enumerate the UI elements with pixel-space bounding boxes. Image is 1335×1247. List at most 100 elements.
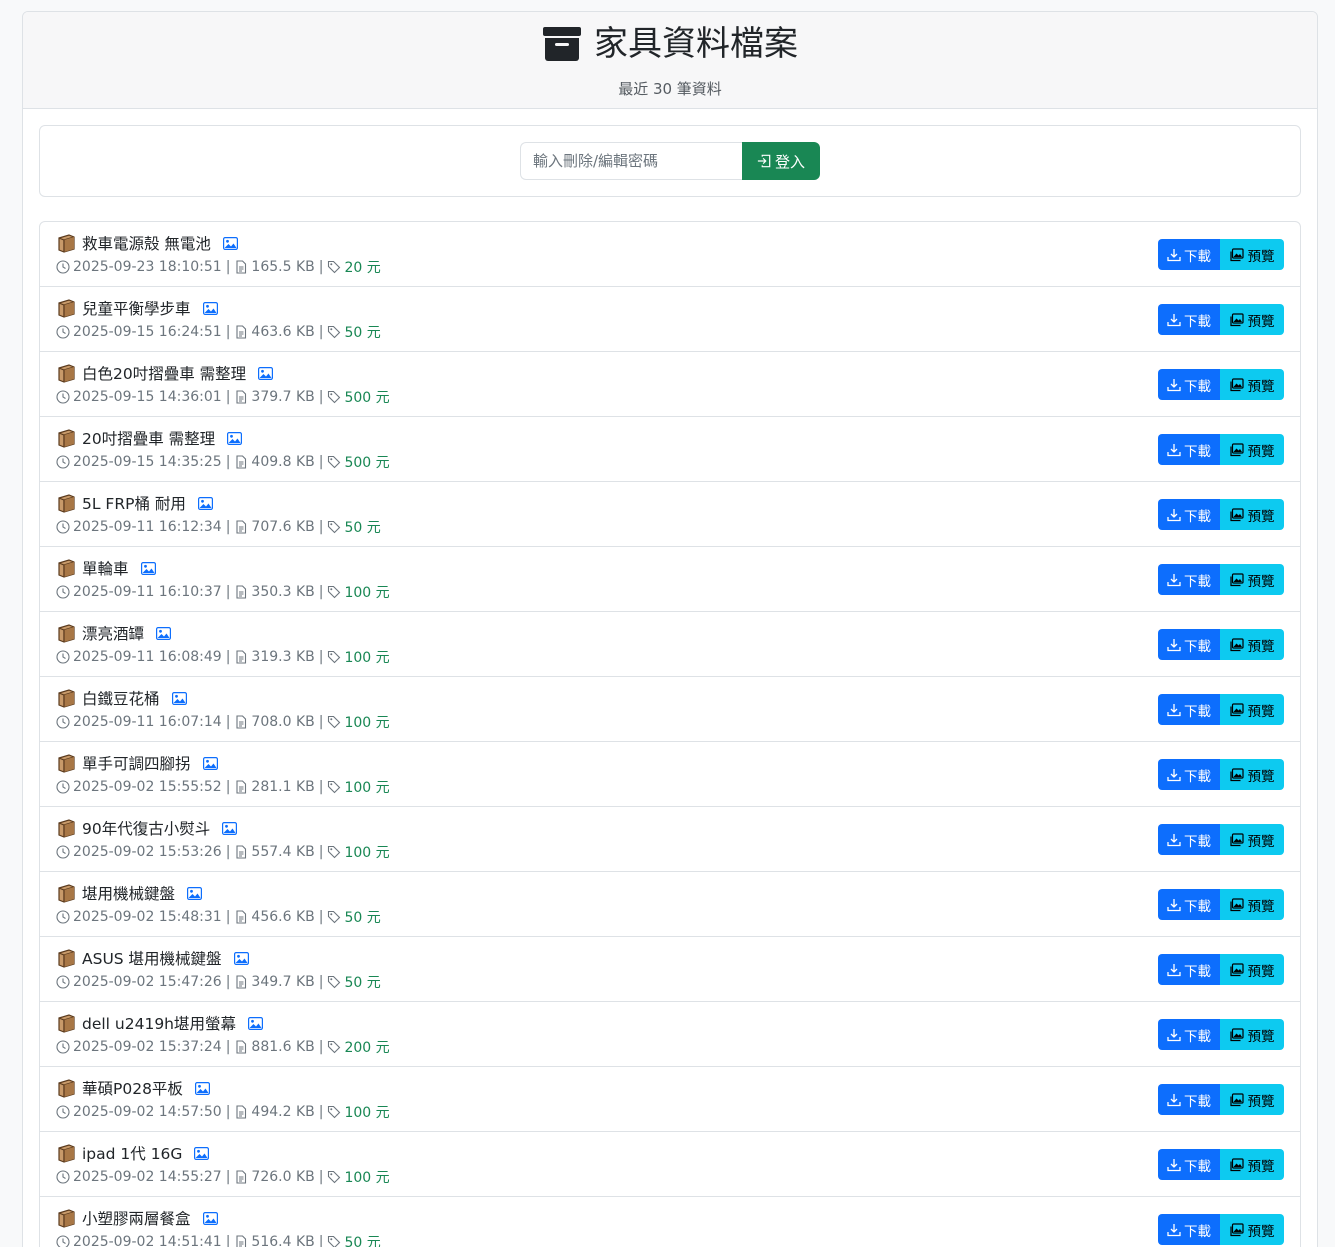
download-label: 下載 [1184, 898, 1211, 915]
image-icon[interactable] [202, 756, 218, 770]
file-icon [236, 650, 247, 664]
separator: | [225, 1234, 231, 1247]
image-icon[interactable] [258, 366, 274, 380]
image-icon[interactable] [194, 1081, 210, 1095]
download-button[interactable]: 下載 [1158, 564, 1220, 595]
image-icon[interactable] [222, 821, 238, 835]
item-price: 500 元 [344, 455, 390, 471]
image-icon[interactable] [197, 496, 213, 510]
item-size: 456.6 KB [251, 909, 315, 925]
clock-icon [56, 585, 70, 599]
download-button[interactable]: 下載 [1158, 824, 1220, 855]
item-meta: 2025-09-02 14:57:50 | 494.2 KB | 100 元 [56, 1103, 390, 1121]
image-icon[interactable] [233, 951, 249, 965]
clock-icon [56, 975, 70, 989]
item-actions: 下載 預覽 [1158, 369, 1284, 400]
separator: | [225, 1169, 231, 1185]
image-icon[interactable] [202, 1211, 218, 1225]
preview-button[interactable]: 預覽 [1220, 824, 1284, 855]
separator: | [225, 779, 231, 795]
preview-button[interactable]: 預覽 [1220, 629, 1284, 660]
item-title-row: 小塑膠兩層餐盒 [56, 1207, 218, 1229]
download-label: 下載 [1184, 573, 1211, 590]
item-name: 堪用機械鍵盤 [82, 885, 176, 903]
download-button[interactable]: 下載 [1158, 434, 1220, 465]
file-icon [236, 910, 247, 924]
download-button[interactable]: 下載 [1158, 759, 1220, 790]
download-button[interactable]: 下載 [1158, 369, 1220, 400]
clock-icon [56, 520, 70, 534]
image-icon[interactable] [171, 691, 187, 705]
package-icon [58, 364, 75, 383]
download-button[interactable]: 下載 [1158, 239, 1220, 270]
download-button[interactable]: 下載 [1158, 1149, 1220, 1180]
item-title-row: 堪用機械鍵盤 [56, 882, 203, 904]
item-name: 救車電源殼 無電池 [82, 235, 211, 253]
item-actions: 下載 預覽 [1158, 694, 1284, 725]
download-button[interactable]: 下載 [1158, 694, 1220, 725]
image-icon[interactable] [222, 236, 238, 250]
file-icon [236, 1170, 247, 1184]
preview-button[interactable]: 預覽 [1220, 564, 1284, 595]
download-button[interactable]: 下載 [1158, 1084, 1220, 1115]
preview-button[interactable]: 預覽 [1220, 1149, 1284, 1180]
list-item: 單手可調四腳拐 2025-09-02 15:55:52 | 281.1 KB | [40, 742, 1300, 807]
download-button[interactable]: 下載 [1158, 1214, 1220, 1245]
package-icon [58, 624, 75, 643]
preview-button[interactable]: 預覽 [1220, 239, 1284, 270]
package-icon [58, 949, 75, 968]
preview-button[interactable]: 預覽 [1220, 759, 1284, 790]
image-icon[interactable] [248, 1016, 264, 1030]
download-button[interactable]: 下載 [1158, 889, 1220, 920]
login-panel: 登入 [39, 125, 1301, 197]
preview-button[interactable]: 預覽 [1220, 954, 1284, 985]
item-meta: 2025-09-02 15:53:26 | 557.4 KB | 100 元 [56, 843, 390, 861]
download-icon [1167, 898, 1181, 911]
item-name: dell u2419h堪用螢幕 [82, 1015, 237, 1033]
item-size: 463.6 KB [251, 324, 315, 340]
item-price: 50 元 [344, 325, 381, 341]
image-icon[interactable] [202, 301, 218, 315]
download-button[interactable]: 下載 [1158, 954, 1220, 985]
item-actions: 下載 預覽 [1158, 824, 1284, 855]
preview-button[interactable]: 預覽 [1220, 889, 1284, 920]
separator: | [318, 649, 324, 665]
separator: | [225, 649, 231, 665]
preview-button[interactable]: 預覽 [1220, 694, 1284, 725]
separator: | [318, 389, 324, 405]
image-icon[interactable] [227, 431, 243, 445]
preview-image-icon [1229, 897, 1244, 911]
separator: | [318, 779, 324, 795]
image-icon[interactable] [156, 626, 172, 640]
list-item: 90年代復古小熨斗 2025-09-02 15:53:26 | 557.4 KB… [40, 807, 1300, 872]
download-icon [1167, 248, 1181, 261]
preview-button[interactable]: 預覽 [1220, 369, 1284, 400]
preview-label: 預覽 [1247, 963, 1275, 980]
item-actions: 下載 預覽 [1158, 434, 1284, 465]
download-label: 下載 [1184, 248, 1211, 265]
preview-button[interactable]: 預覽 [1220, 1214, 1284, 1245]
download-button[interactable]: 下載 [1158, 629, 1220, 660]
preview-image-icon [1229, 312, 1244, 326]
preview-button[interactable]: 預覽 [1220, 304, 1284, 335]
preview-button[interactable]: 預覽 [1220, 1019, 1284, 1050]
login-button-label: 登入 [774, 152, 805, 171]
login-button[interactable]: 登入 [742, 142, 820, 180]
login-group: 登入 [520, 142, 820, 180]
item-name: 白色20吋摺疊車 需整理 [82, 365, 247, 383]
download-button[interactable]: 下載 [1158, 304, 1220, 335]
password-input[interactable] [520, 142, 742, 180]
image-icon[interactable] [187, 886, 203, 900]
image-icon[interactable] [194, 1146, 210, 1160]
preview-label: 預覽 [1247, 1223, 1275, 1240]
item-size: 409.8 KB [251, 454, 315, 470]
clock-icon [56, 845, 70, 859]
preview-button[interactable]: 預覽 [1220, 434, 1284, 465]
file-icon [236, 715, 247, 729]
preview-button[interactable]: 預覽 [1220, 1084, 1284, 1115]
image-icon[interactable] [140, 561, 156, 575]
item-title-row: 20吋摺疊車 需整理 [56, 427, 243, 449]
preview-button[interactable]: 預覽 [1220, 499, 1284, 530]
download-button[interactable]: 下載 [1158, 1019, 1220, 1050]
download-button[interactable]: 下載 [1158, 499, 1220, 530]
